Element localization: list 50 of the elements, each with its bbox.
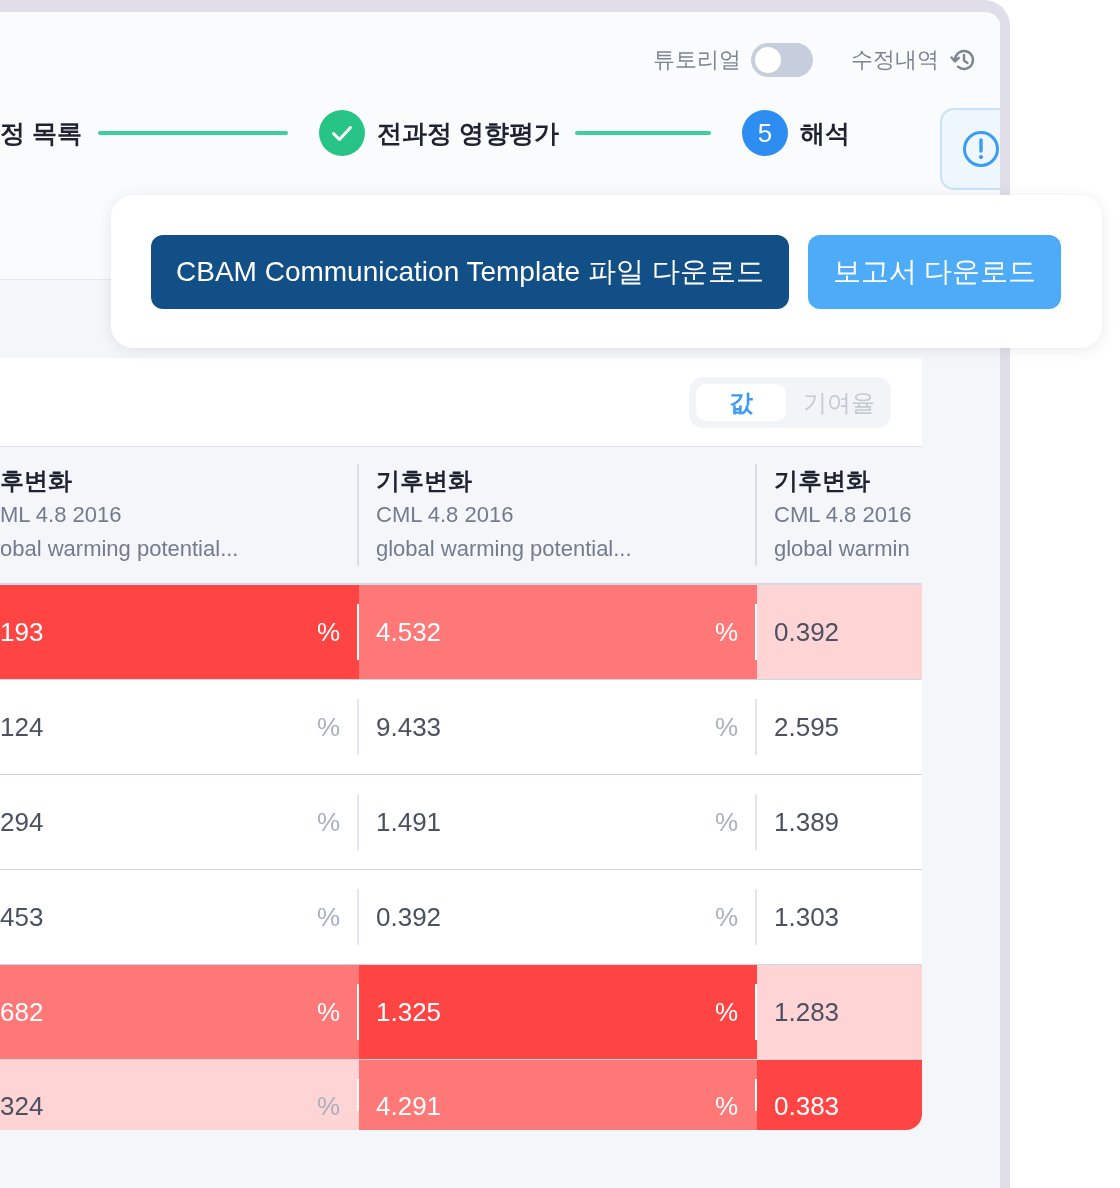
column-indicator: obal warming potential... [0, 535, 240, 563]
column-indicator: global warmin [774, 535, 911, 563]
column-indicator: global warming potential... [376, 535, 633, 563]
cell-value: 0.392 [376, 901, 442, 933]
alert-icon [962, 130, 1000, 168]
unit-label: % [316, 996, 340, 1028]
column-title: 후변화 [0, 466, 73, 496]
unit-label: % [714, 711, 738, 743]
cell-value: 193 [0, 616, 44, 648]
info-button[interactable] [940, 108, 1000, 190]
cell-value: 0.392 [774, 616, 840, 648]
cell-value: 9.433 [376, 711, 442, 743]
unit-label: % [714, 806, 738, 838]
step-label[interactable]: 정 목록 [0, 116, 82, 150]
cell-value: 1.389 [774, 806, 840, 838]
cell-value: 0.383 [774, 1091, 840, 1122]
cell-value: 1.325 [376, 996, 442, 1028]
unit-label: % [316, 806, 340, 838]
history-button[interactable]: 수정내역 [851, 45, 976, 75]
tutorial-toggle[interactable] [751, 43, 813, 77]
download-button[interactable]: CBAM Communication Template 파일 다운로드 [151, 234, 789, 309]
step-label[interactable]: 해석 [800, 116, 850, 150]
unit-label: % [316, 711, 340, 743]
cell-value: 682 [0, 996, 44, 1028]
cell-value: 453 [0, 901, 44, 933]
step-label[interactable]: 전과정 영향평가 [377, 116, 560, 150]
cell-value: 4.291 [376, 1091, 442, 1122]
unit-label: % [316, 616, 340, 648]
cell-value: 4.532 [376, 616, 442, 648]
history-icon [950, 47, 976, 73]
column-method: ML 4.8 2016 [0, 501, 123, 529]
tutorial-label: 튜토리얼 [653, 46, 741, 74]
column-title: 기후변화 [376, 466, 473, 496]
unit-label: % [714, 1091, 738, 1122]
step-number: 5 [742, 110, 788, 156]
cell-value: 124 [0, 711, 44, 743]
unit-label: % [714, 996, 738, 1028]
cell-value: 1.283 [774, 996, 840, 1028]
cell-value: 324 [0, 1091, 44, 1122]
unit-label: % [316, 901, 340, 933]
cell-value: 294 [0, 806, 44, 838]
cell-value: 1.303 [774, 901, 840, 933]
column-method: CML 4.8 2016 [774, 501, 913, 529]
cell-value: 2.595 [774, 711, 840, 743]
cell-value: 1.491 [376, 806, 442, 838]
unit-label: % [714, 901, 738, 933]
unit-label: % [316, 1091, 340, 1122]
unit-label: % [714, 616, 738, 648]
column-method: CML 4.8 2016 [376, 501, 515, 529]
column-title: 기후변화 [774, 466, 871, 496]
